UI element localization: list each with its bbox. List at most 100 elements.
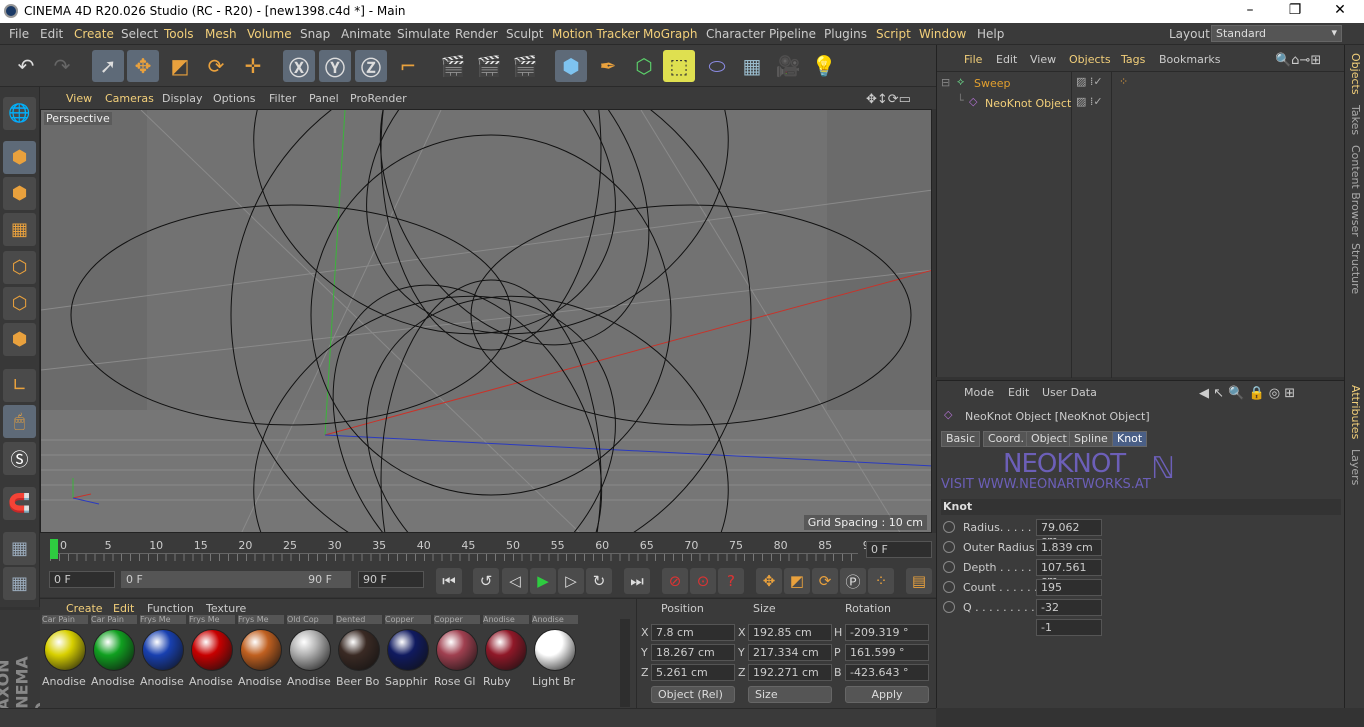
tab-basic[interactable]: Basic	[941, 431, 981, 447]
menu-plugins[interactable]: Plugins	[824, 27, 867, 41]
menu-motion-tracker[interactable]: Motion Tracker	[552, 27, 640, 41]
material-menu-edit[interactable]: Edit	[113, 602, 134, 615]
coordinate-mode-dropdown[interactable]: Object (Rel)	[651, 686, 735, 703]
key-position-icon[interactable]: ✥	[756, 568, 782, 594]
subdivision-icon[interactable]: ⬡	[628, 50, 660, 82]
size-y-field[interactable]: 217.334 cm	[748, 644, 832, 661]
menu-edit[interactable]: Edit	[40, 27, 63, 41]
object-name-neoknot[interactable]: NeoKnot Object	[985, 97, 1071, 110]
size-x-field[interactable]: 192.85 cm	[748, 624, 832, 641]
menu-select[interactable]: Select	[121, 27, 158, 41]
next-key-icon[interactable]: ↻	[586, 568, 612, 594]
attribute-value-field[interactable]: -1	[1036, 619, 1102, 636]
attribute-value-field[interactable]: 1.839 cm	[1036, 539, 1102, 556]
close-button[interactable]: ✕	[1320, 2, 1360, 18]
rotation-h-field[interactable]: -209.319 °	[845, 624, 929, 641]
material-swatch[interactable]: Frys Me Anodise	[189, 615, 235, 691]
deformer-icon[interactable]: ⬭	[701, 50, 733, 82]
animate-radio-icon[interactable]	[943, 521, 955, 533]
tweak-mode-icon[interactable]: 🖱	[3, 405, 36, 438]
menu-file[interactable]: File	[9, 27, 29, 41]
tab-object[interactable]: Object	[1026, 431, 1072, 447]
objects-menu-bookmarks[interactable]: Bookmarks	[1159, 53, 1220, 66]
attribute-value-field[interactable]: -32	[1036, 599, 1102, 616]
menu-pipeline[interactable]: Pipeline	[769, 27, 816, 41]
auto-key-icon[interactable]: ⊙	[690, 568, 716, 594]
material-scrollbar[interactable]	[620, 619, 630, 707]
viewport-menu-options[interactable]: Options	[213, 92, 255, 105]
objects-menu-objects[interactable]: Objects	[1069, 53, 1111, 66]
key-rotation-icon[interactable]: ⟳	[812, 568, 838, 594]
render-view-icon[interactable]: 🎬	[437, 50, 469, 82]
animate-radio-icon[interactable]	[943, 601, 955, 613]
end-frame-field[interactable]: 90 F	[358, 571, 424, 588]
edges-mode-icon[interactable]: ⬡	[3, 287, 36, 320]
coordinate-system-icon[interactable]: ⌐	[392, 50, 424, 82]
texture-mode-icon[interactable]: ⬢	[3, 177, 36, 210]
go-to-start-icon[interactable]: ⏮	[436, 568, 462, 594]
axis-mode-icon[interactable]: ∟	[3, 369, 36, 402]
collapse-icon[interactable]: ⊟	[941, 76, 950, 89]
tab-coord[interactable]: Coord.	[983, 431, 1029, 447]
frame-range-slider[interactable]: 0 F 90 F	[121, 571, 351, 588]
next-frame-icon[interactable]: ▷	[558, 568, 584, 594]
material-swatch[interactable]: Anodise Light Br	[532, 615, 578, 691]
go-to-end-icon[interactable]: ⏭	[624, 568, 650, 594]
render-picture-viewer-icon[interactable]: 🎬	[473, 50, 505, 82]
menu-window[interactable]: Window	[919, 27, 966, 41]
transform-tool-icon[interactable]: ✛	[237, 50, 269, 82]
apply-button[interactable]: Apply	[845, 686, 929, 703]
side-tab-attributes[interactable]: Attributes	[1348, 385, 1362, 439]
previous-key-icon[interactable]: ↺	[473, 568, 499, 594]
material-swatch[interactable]: Car Pain Anodise	[91, 615, 137, 691]
live-selection-icon[interactable]: ➚	[92, 50, 124, 82]
size-mode-dropdown[interactable]: Size	[748, 686, 832, 703]
previous-frame-icon[interactable]: ◁	[502, 568, 528, 594]
menu-tools[interactable]: Tools	[164, 27, 194, 41]
viewport-menu-panel[interactable]: Panel	[309, 92, 339, 105]
attribute-value-field[interactable]: 195	[1036, 579, 1102, 596]
attribute-nav-icons[interactable]: ◀ ↖ 🔍 🔒 ◎ ⊞	[1199, 386, 1295, 401]
menu-simulate[interactable]: Simulate	[397, 27, 450, 41]
side-tab-takes[interactable]: Takes	[1348, 105, 1362, 135]
size-z-field[interactable]: 192.271 cm	[748, 664, 832, 681]
position-y-field[interactable]: 18.267 cm	[651, 644, 735, 661]
material-swatch[interactable]: Car Pain Anodise	[42, 615, 88, 691]
tab-knot[interactable]: Knot	[1112, 431, 1148, 447]
make-editable-icon[interactable]: 🌐	[3, 97, 36, 130]
phong-tag-icon[interactable]: ⁘	[1119, 75, 1128, 88]
animate-radio-icon[interactable]	[943, 541, 955, 553]
snap-icon[interactable]: 🧲	[3, 487, 36, 520]
menu-create[interactable]: Create	[74, 27, 114, 41]
render-settings-icon[interactable]: 🎬	[509, 50, 541, 82]
tab-spline[interactable]: Spline	[1069, 431, 1113, 447]
points-mode-icon[interactable]: ⬡	[3, 251, 36, 284]
minimize-button[interactable]: –	[1230, 2, 1270, 18]
viewport-3d[interactable]: Perspective Grid Spacing : 10 cm	[40, 109, 932, 533]
viewport-menu-display[interactable]: Display	[162, 92, 203, 105]
material-swatch[interactable]: Old Cop Anodise	[287, 615, 333, 691]
playhead[interactable]	[50, 539, 58, 559]
record-keys-icon[interactable]: ⊘	[662, 568, 688, 594]
object-row-neoknot[interactable]: └ ◇ NeoKnot Object ▨ ⁞✓	[937, 94, 1345, 114]
planar-workplane-icon[interactable]: ▦	[3, 567, 36, 600]
menu-mesh[interactable]: Mesh	[205, 27, 237, 41]
viewport-menu-filter[interactable]: Filter	[269, 92, 296, 105]
workplane-icon[interactable]: ▦	[3, 213, 36, 246]
object-manager-tools-icons[interactable]: 🔍⌂⊸⊞	[1275, 53, 1321, 68]
viewport-camera-label[interactable]: Perspective	[44, 112, 112, 125]
rotation-b-field[interactable]: -423.643 °	[845, 664, 929, 681]
visibility-icon[interactable]: ▨ ⁞✓	[1076, 75, 1103, 88]
position-x-field[interactable]: 7.8 cm	[651, 624, 735, 641]
side-tab-content-browser[interactable]: Content Browser	[1348, 145, 1362, 237]
attribute-value-field[interactable]: 107.561 cm	[1036, 559, 1102, 587]
position-z-field[interactable]: 5.261 cm	[651, 664, 735, 681]
object-tree[interactable]: ⊟ ⟡ Sweep ▨ ⁞✓ ⁘ └ ◇ NeoKnot Object ▨ ⁞✓	[937, 71, 1345, 378]
key-scale-icon[interactable]: ◩	[784, 568, 810, 594]
viewport-menu-cameras[interactable]: Cameras	[105, 92, 154, 105]
material-swatch[interactable]: Dented Beer Bo	[336, 615, 382, 691]
attribute-value-field[interactable]: 79.062 cm	[1036, 519, 1102, 547]
key-point-level-icon[interactable]: ⁘	[868, 568, 894, 594]
layout-dropdown[interactable]: Standard ▾	[1211, 25, 1342, 42]
floor-icon[interactable]: ▦	[736, 50, 768, 82]
